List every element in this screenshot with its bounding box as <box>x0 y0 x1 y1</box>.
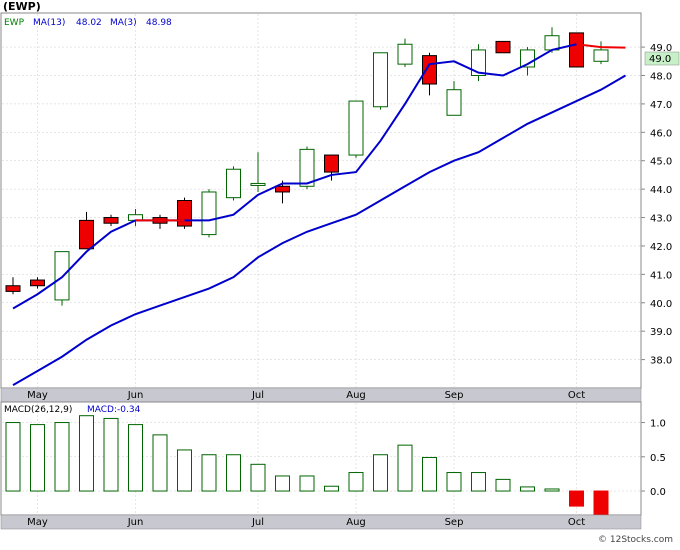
candle-down <box>569 32 584 68</box>
macd-x-tick-label: Sep <box>445 517 464 528</box>
macd-x-tick-label: Oct <box>568 517 585 528</box>
price-x-tick-label: Aug <box>346 390 366 401</box>
macd-bar <box>348 472 364 492</box>
price-tick-label: 39.0 <box>650 327 672 338</box>
candle-down <box>324 154 339 173</box>
candle-up <box>348 100 364 156</box>
legend-ma3-label: MA(3) <box>110 18 137 28</box>
macd-bar <box>128 424 143 492</box>
macd-bar <box>446 472 462 492</box>
price-tick-label: 47.0 <box>650 100 672 111</box>
price-tick-label: 44.0 <box>650 185 672 196</box>
legend-ma13-value: 48.02 <box>76 18 102 28</box>
candle-up <box>201 191 217 236</box>
price-x-tick-label: May <box>27 390 48 401</box>
macd-bar <box>275 475 290 492</box>
legend-symbol: EWP <box>4 18 25 28</box>
macd-x-tick-label: Jun <box>127 517 144 528</box>
macd-bar <box>422 456 437 492</box>
stock-chart: 38.0 39.0 40.0 41.0 42.0 43.0 44.0 45.0 46.0 47.0… <box>0 0 680 546</box>
macd-x-tick-label: May <box>27 517 48 528</box>
chart-canvas: 38.0 39.0 40.0 41.0 42.0 43.0 44.0 45.0 46.0 47.0… <box>0 0 680 546</box>
price-plot-area <box>0 12 642 389</box>
macd-bar <box>201 454 217 492</box>
price-tick-label: 40.0 <box>650 299 672 310</box>
price-x-axis-band <box>0 387 642 403</box>
price-tick-label: 41.0 <box>650 270 672 281</box>
candle-up <box>446 89 462 116</box>
macd-bar-negative <box>569 490 584 507</box>
macd-bar <box>250 463 266 492</box>
last-price-value: 49.0 <box>649 54 671 65</box>
macd-bar <box>397 444 413 492</box>
macd-title: MACD(26,12,9) <box>4 405 72 415</box>
legend-ma3-value: 48.98 <box>146 18 172 28</box>
macd-bar <box>544 488 560 492</box>
macd-bar <box>79 415 94 492</box>
candle-down <box>79 219 94 250</box>
macd-bar <box>520 486 535 492</box>
macd-plot-area <box>0 401 642 516</box>
candle-up <box>397 43 413 65</box>
macd-x-tick-label: Jul <box>251 517 264 528</box>
macd-tick-label: 1.0 <box>650 419 666 430</box>
price-tick-label: 43.0 <box>650 214 672 225</box>
chart-title: (EWP) <box>3 0 41 13</box>
price-tick-label: 38.0 <box>650 356 672 367</box>
macd-tick-label: 0.0 <box>650 487 666 498</box>
macd-x-axis-band <box>0 514 642 530</box>
macd-bar <box>152 434 168 492</box>
last-price-badge: 49.0 <box>644 51 680 66</box>
price-tick-label: 42.0 <box>650 242 672 253</box>
price-tick-label: 48.0 <box>650 72 672 83</box>
price-tick-label: 46.0 <box>650 128 672 139</box>
macd-tick-label: 0.5 <box>650 453 666 464</box>
candle-down <box>103 217 119 224</box>
macd-x-tick-label: Aug <box>346 517 366 528</box>
macd-bar <box>103 417 119 492</box>
price-tick-label: 45.0 <box>650 157 672 168</box>
macd-bar <box>30 424 45 492</box>
price-x-tick-label: Oct <box>568 390 585 401</box>
candle-up <box>226 168 241 199</box>
price-panel: 38.0 39.0 40.0 41.0 42.0 43.0 44.0 45.0 46.0 47.0… <box>0 12 672 403</box>
price-x-tick-label: Jul <box>251 390 264 401</box>
macd-bar <box>471 472 486 492</box>
price-x-tick-label: Sep <box>445 390 464 401</box>
candle-up <box>373 52 388 108</box>
macd-bar <box>299 475 315 492</box>
macd-value: MACD:-0.34 <box>87 405 141 415</box>
macd-bar <box>226 454 241 492</box>
macd-bar-negative <box>593 490 609 515</box>
macd-panel: 0.0 0.5 1.0 May Jun Jul Aug Sep Oct MACD(26,12,… <box>0 401 666 530</box>
watermark: © 12Stocks.com <box>598 535 673 545</box>
macd-bar <box>324 485 339 492</box>
candle-down <box>495 40 511 54</box>
price-x-tick-label: Jun <box>127 390 144 401</box>
candle-down <box>177 200 192 227</box>
candle-down <box>30 279 45 287</box>
candle-down <box>5 285 21 292</box>
candle-up <box>250 182 266 186</box>
macd-bar <box>177 449 192 492</box>
macd-bar <box>373 454 388 492</box>
macd-bar <box>5 422 21 492</box>
legend-ma13-label: MA(13) <box>33 18 65 28</box>
candle-down <box>422 55 437 85</box>
candle-down <box>275 185 290 193</box>
macd-bar <box>54 422 70 492</box>
candle-up <box>593 49 609 62</box>
macd-bar <box>495 478 511 492</box>
